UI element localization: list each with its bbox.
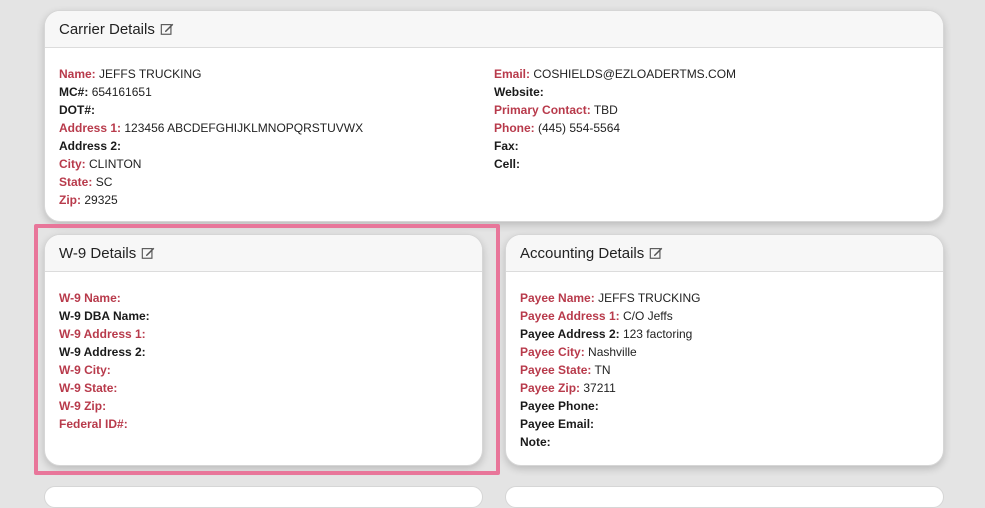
accounting-fields: Payee Name: JEFFS TRUCKING Payee Address … xyxy=(506,272,943,451)
field-value: 123 factoring xyxy=(622,327,693,341)
field-label: Payee State: xyxy=(520,363,592,377)
field-label: Address 2: xyxy=(59,139,122,153)
carrier-left-column: Name: JEFFS TRUCKING MC#: 654161651 DOT#: … xyxy=(59,65,494,209)
field-row: Payee Address 2: 123 factoring xyxy=(520,325,929,343)
field-label: DOT#: xyxy=(59,103,95,117)
field-row: Cell: xyxy=(494,155,929,173)
field-value: 654161651 xyxy=(91,85,152,99)
field-label: Fax: xyxy=(494,139,519,153)
field-value: JEFFS TRUCKING xyxy=(99,67,202,81)
field-label: Website: xyxy=(494,85,544,99)
field-value: SC xyxy=(95,175,113,189)
field-label: Primary Contact: xyxy=(494,103,591,117)
field-label: Payee Address 2: xyxy=(520,327,620,341)
next-card-right xyxy=(505,486,944,508)
field-row: Email: COSHIELDS@EZLOADERTMS.COM xyxy=(494,65,929,83)
field-label: Payee City: xyxy=(520,345,585,359)
field-row: Payee Address 1: C/O Jeffs xyxy=(520,307,929,325)
field-row: Payee City: Nashville xyxy=(520,343,929,361)
carrier-right-column: Email: COSHIELDS@EZLOADERTMS.COM Website:… xyxy=(494,65,929,209)
field-row: Payee Email: xyxy=(520,415,929,433)
field-row: City: CLINTON xyxy=(59,155,494,173)
field-row: Note: xyxy=(520,433,929,451)
field-row: Name: JEFFS TRUCKING xyxy=(59,65,494,83)
edit-icon[interactable] xyxy=(649,246,663,260)
highlight-box xyxy=(34,224,500,475)
field-label: Note: xyxy=(520,435,551,449)
field-label: Zip: xyxy=(59,193,81,207)
field-label: Payee Zip: xyxy=(520,381,581,395)
field-row: Payee Phone: xyxy=(520,397,929,415)
carrier-details-title: Carrier Details xyxy=(59,20,155,38)
field-label: State: xyxy=(59,175,93,189)
field-label: Payee Name: xyxy=(520,291,595,305)
field-value: TN xyxy=(594,363,611,377)
field-row: MC#: 654161651 xyxy=(59,83,494,101)
next-card-left xyxy=(44,486,483,508)
field-row: Phone: (445) 554-5564 xyxy=(494,119,929,137)
field-label: Address 1: xyxy=(59,121,122,135)
field-value: TBD xyxy=(593,103,618,117)
field-label: Payee Phone: xyxy=(520,399,599,413)
carrier-details-card: Carrier Details Name: JEFFS TRUCKING MC#:… xyxy=(44,10,944,222)
field-value: CLINTON xyxy=(89,157,142,171)
field-label: Name: xyxy=(59,67,96,81)
field-label: Payee Email: xyxy=(520,417,595,431)
field-value: COSHIELDS@EZLOADERTMS.COM xyxy=(533,67,737,81)
field-label: MC#: xyxy=(59,85,89,99)
field-label: City: xyxy=(59,157,86,171)
carrier-details-header: Carrier Details xyxy=(45,11,943,48)
field-row: Address 1: 123456 ABCDEFGHIJKLMNOPQRSTUV… xyxy=(59,119,494,137)
field-value: JEFFS TRUCKING xyxy=(598,291,701,305)
field-row: DOT#: xyxy=(59,101,494,119)
field-row: Payee Zip: 37211 xyxy=(520,379,929,397)
field-row: Address 2: xyxy=(59,137,494,155)
field-label: Payee Address 1: xyxy=(520,309,620,323)
field-value: 37211 xyxy=(583,381,616,395)
accounting-details-title: Accounting Details xyxy=(520,244,645,262)
field-row: Website: xyxy=(494,83,929,101)
field-value: C/O Jeffs xyxy=(622,309,673,323)
field-label: Phone: xyxy=(494,121,535,135)
field-row: Payee State: TN xyxy=(520,361,929,379)
field-row: State: SC xyxy=(59,173,494,191)
edit-icon[interactable] xyxy=(160,22,174,36)
field-value: 29325 xyxy=(84,193,118,207)
field-row: Payee Name: JEFFS TRUCKING xyxy=(520,289,929,307)
field-value: Nashville xyxy=(588,345,637,359)
accounting-details-header: Accounting Details xyxy=(506,235,943,272)
field-value: 123456 ABCDEFGHIJKLMNOPQRSTUVWX xyxy=(124,121,364,135)
field-label: Email: xyxy=(494,67,531,81)
field-row: Primary Contact: TBD xyxy=(494,101,929,119)
field-row: Fax: xyxy=(494,137,929,155)
field-value: (445) 554-5564 xyxy=(538,121,621,135)
field-row: Zip: 29325 xyxy=(59,191,494,209)
accounting-details-card: Accounting Details Payee Name: JEFFS TRU… xyxy=(505,234,944,466)
field-label: Cell: xyxy=(494,157,521,171)
